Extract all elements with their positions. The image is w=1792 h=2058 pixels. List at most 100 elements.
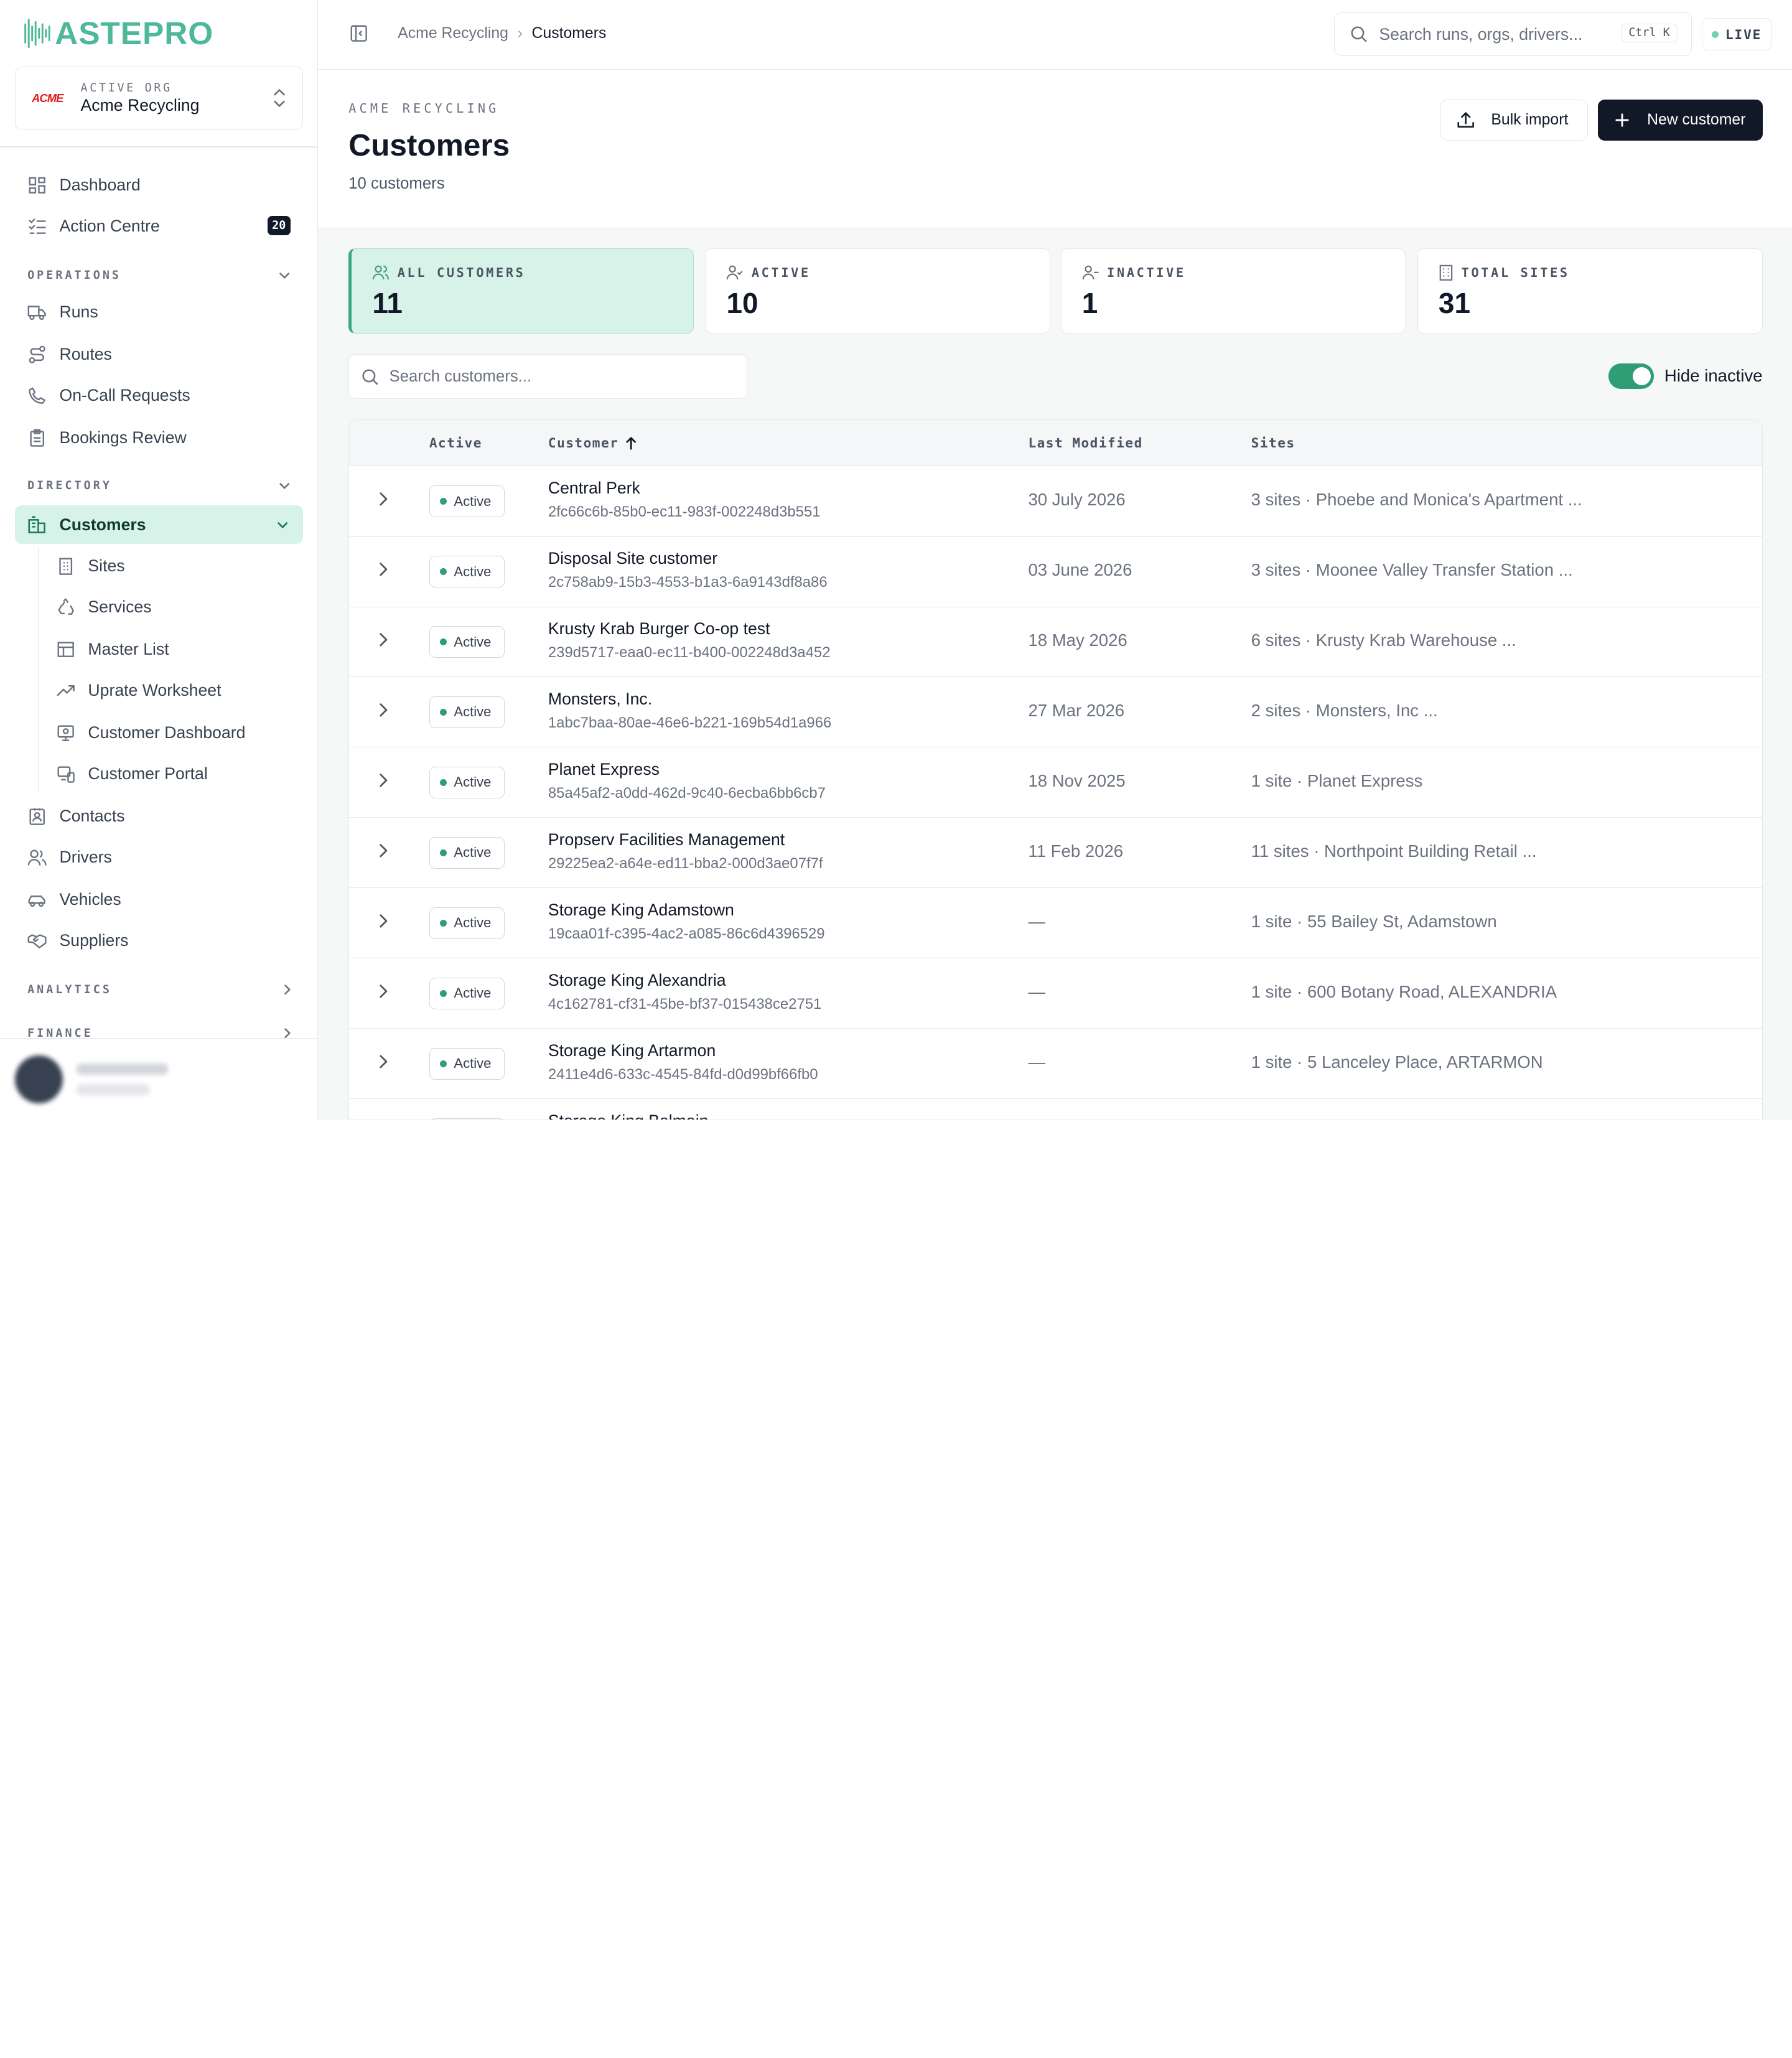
customer-name[interactable]: Monsters, Inc. [548, 690, 652, 709]
last-modified: 30 July 2026 [1028, 490, 1126, 510]
table-row[interactable]: Active Storage King Alexandria 4c162781-cf… [349, 958, 1762, 1029]
org-logo-text: ACME [32, 91, 63, 105]
table-row[interactable]: Active Krusty Krab Burger Co-op test 239d5… [349, 607, 1762, 678]
customer-name[interactable]: Propserv Facilities Management [548, 830, 785, 849]
table-row[interactable]: Active Monsters, Inc. 1abc7baa-80ae-46e6-b… [349, 677, 1762, 748]
breadcrumb-current: Customers [531, 25, 607, 42]
nav-vehicles[interactable]: Vehicles [15, 880, 303, 919]
customer-name[interactable]: Storage King Artarmon [548, 1041, 716, 1060]
customer-name[interactable]: Planet Express [548, 760, 660, 779]
nav-bookings-review[interactable]: Bookings Review [15, 418, 303, 457]
status-badge: Active [429, 625, 505, 658]
user-menu[interactable] [0, 1037, 317, 1120]
search-icon [362, 368, 379, 385]
customer-name[interactable]: Central Perk [548, 479, 640, 498]
nav-customer-portal[interactable]: Customer Portal [38, 754, 303, 793]
upload-icon [1457, 112, 1475, 128]
chevron-right-icon[interactable] [379, 913, 388, 929]
header-last-modified[interactable]: Last Modified [1028, 435, 1142, 451]
nav-runs[interactable]: Runs [15, 292, 303, 331]
nav-services[interactable]: Services [38, 587, 303, 626]
nav-vehicles-label: Vehicles [59, 890, 121, 909]
header-sites[interactable]: Sites [1251, 435, 1295, 451]
customer-name[interactable]: Storage King Adamstown [548, 900, 734, 920]
customer-search-input[interactable]: Search customers... [348, 354, 748, 400]
table-row[interactable]: Active Storage King Artarmon 2411e4d6-633c… [349, 1028, 1762, 1100]
shortcut-hint: Ctrl K [1621, 23, 1678, 43]
nav-master-list[interactable]: Master List [38, 630, 303, 668]
stat-card-all-customers[interactable]: ALL CUSTOMERS 11 [348, 248, 694, 334]
monitor-icon [56, 723, 75, 742]
subnav-guide-line [37, 546, 39, 793]
table-row[interactable]: ActiveStorage King Balmain [349, 1098, 1762, 1120]
global-search-input[interactable]: Search runs, orgs, drivers... Ctrl K [1333, 12, 1692, 56]
nav-action-centre[interactable]: Action Centre 20 [15, 207, 303, 245]
nav-customers[interactable]: Customers [14, 505, 303, 545]
status-label: Active [454, 563, 492, 579]
bulk-import-button[interactable]: Bulk import [1440, 99, 1588, 141]
breadcrumb-org[interactable]: Acme Recycling [398, 25, 508, 42]
status-dot [440, 708, 447, 716]
chevron-right-icon[interactable] [379, 561, 388, 578]
action-count-badge: 20 [267, 216, 291, 236]
customer-id: 4c162781-cf31-45be-bf37-015438ce2751 [548, 996, 822, 1013]
last-modified: — [1028, 982, 1045, 1002]
customer-name[interactable]: Krusty Krab Burger Co-op test [548, 619, 770, 638]
last-modified: — [1028, 1052, 1045, 1072]
hide-inactive-switch[interactable] [1608, 363, 1654, 389]
header-customer[interactable]: Customer [548, 435, 637, 451]
nav-dashboard[interactable]: Dashboard [15, 166, 303, 204]
customer-name[interactable]: Disposal Site customer [548, 549, 717, 568]
customer-id: 1abc7baa-80ae-46e6-b221-169b54d1a966 [548, 714, 832, 732]
section-analytics[interactable]: ANALYTICS [27, 983, 291, 996]
stat-card-inactive[interactable]: INACTIVE 1 [1060, 248, 1406, 334]
table-row[interactable]: Active Planet Express 85a45af2-a0dd-462d-9… [349, 747, 1762, 818]
table-row[interactable]: Active Storage King Adamstown 19caa01f-c39… [349, 887, 1762, 959]
table-row[interactable]: Active Central Perk 2fc66c6b-85b0-ec11-983… [349, 466, 1762, 537]
nav-drivers[interactable]: Drivers [15, 838, 303, 877]
bulk-import-label: Bulk import [1491, 111, 1569, 128]
table-header: Active Customer Last Modified Sites [349, 420, 1762, 466]
status-dot [440, 989, 447, 997]
status-label: Active [454, 985, 492, 1001]
status-label: Active [454, 774, 492, 790]
nav-customer-dashboard[interactable]: Customer Dashboard [38, 713, 303, 752]
customer-id: 239d5717-eaa0-ec11-b400-002248d3a452 [548, 644, 831, 662]
section-directory[interactable]: DIRECTORY [27, 479, 291, 492]
table-row[interactable]: Active Propserv Facilities Management 2922… [349, 818, 1762, 889]
chevron-right-icon[interactable] [379, 843, 388, 859]
chevron-right-icon[interactable] [379, 983, 388, 999]
section-operations-label: OPERATIONS [27, 268, 122, 282]
chevron-right-icon[interactable] [379, 632, 388, 648]
header-active[interactable]: Active [429, 435, 482, 451]
stat-card-total-sites[interactable]: TOTAL SITES 31 [1417, 248, 1763, 334]
chevron-right-icon[interactable] [379, 772, 388, 788]
nav-routes[interactable]: Routes [15, 335, 303, 373]
new-customer-button[interactable]: New customer [1598, 99, 1763, 141]
phone-icon [27, 386, 47, 405]
brand-logo[interactable]: ASTEPRO [0, 0, 317, 67]
section-operations[interactable]: OPERATIONS [27, 269, 291, 282]
sidebar-toggle-icon[interactable] [350, 24, 368, 42]
stat-label: TOTAL SITES [1461, 265, 1570, 281]
customer-name[interactable]: Storage King Alexandria [548, 971, 726, 990]
nav-on-call-requests[interactable]: On-Call Requests [15, 376, 303, 414]
nav-sites[interactable]: Sites [38, 546, 303, 585]
customer-id: 29225ea2-a64e-ed11-bba2-000d3ae07f7f [548, 855, 823, 872]
chevron-right-icon[interactable] [379, 1054, 388, 1070]
main-area: Acme Recycling › Customers Search runs, … [317, 0, 1792, 1121]
chevron-down-icon [279, 482, 290, 489]
nav-bookings-review-label: Bookings Review [59, 428, 187, 447]
nav-suppliers[interactable]: Suppliers [15, 922, 303, 960]
customer-name[interactable]: Storage King Balmain [548, 1111, 709, 1120]
status-dot [440, 498, 447, 505]
org-switcher[interactable]: ACME ACTIVE ORG Acme Recycling [14, 66, 303, 131]
nav-contacts[interactable]: Contacts [15, 797, 303, 835]
sidebar-divider [0, 146, 317, 147]
chevron-right-icon[interactable] [379, 491, 388, 507]
nav-uprate-worksheet[interactable]: Uprate Worksheet [38, 671, 303, 709]
chevron-right-icon[interactable] [379, 702, 388, 718]
table-row[interactable]: Active Disposal Site customer 2c758ab9-15b… [349, 536, 1762, 607]
hide-inactive-toggle[interactable]: Hide inactive [1608, 363, 1763, 389]
stat-card-active[interactable]: ACTIVE 10 [705, 248, 1051, 334]
